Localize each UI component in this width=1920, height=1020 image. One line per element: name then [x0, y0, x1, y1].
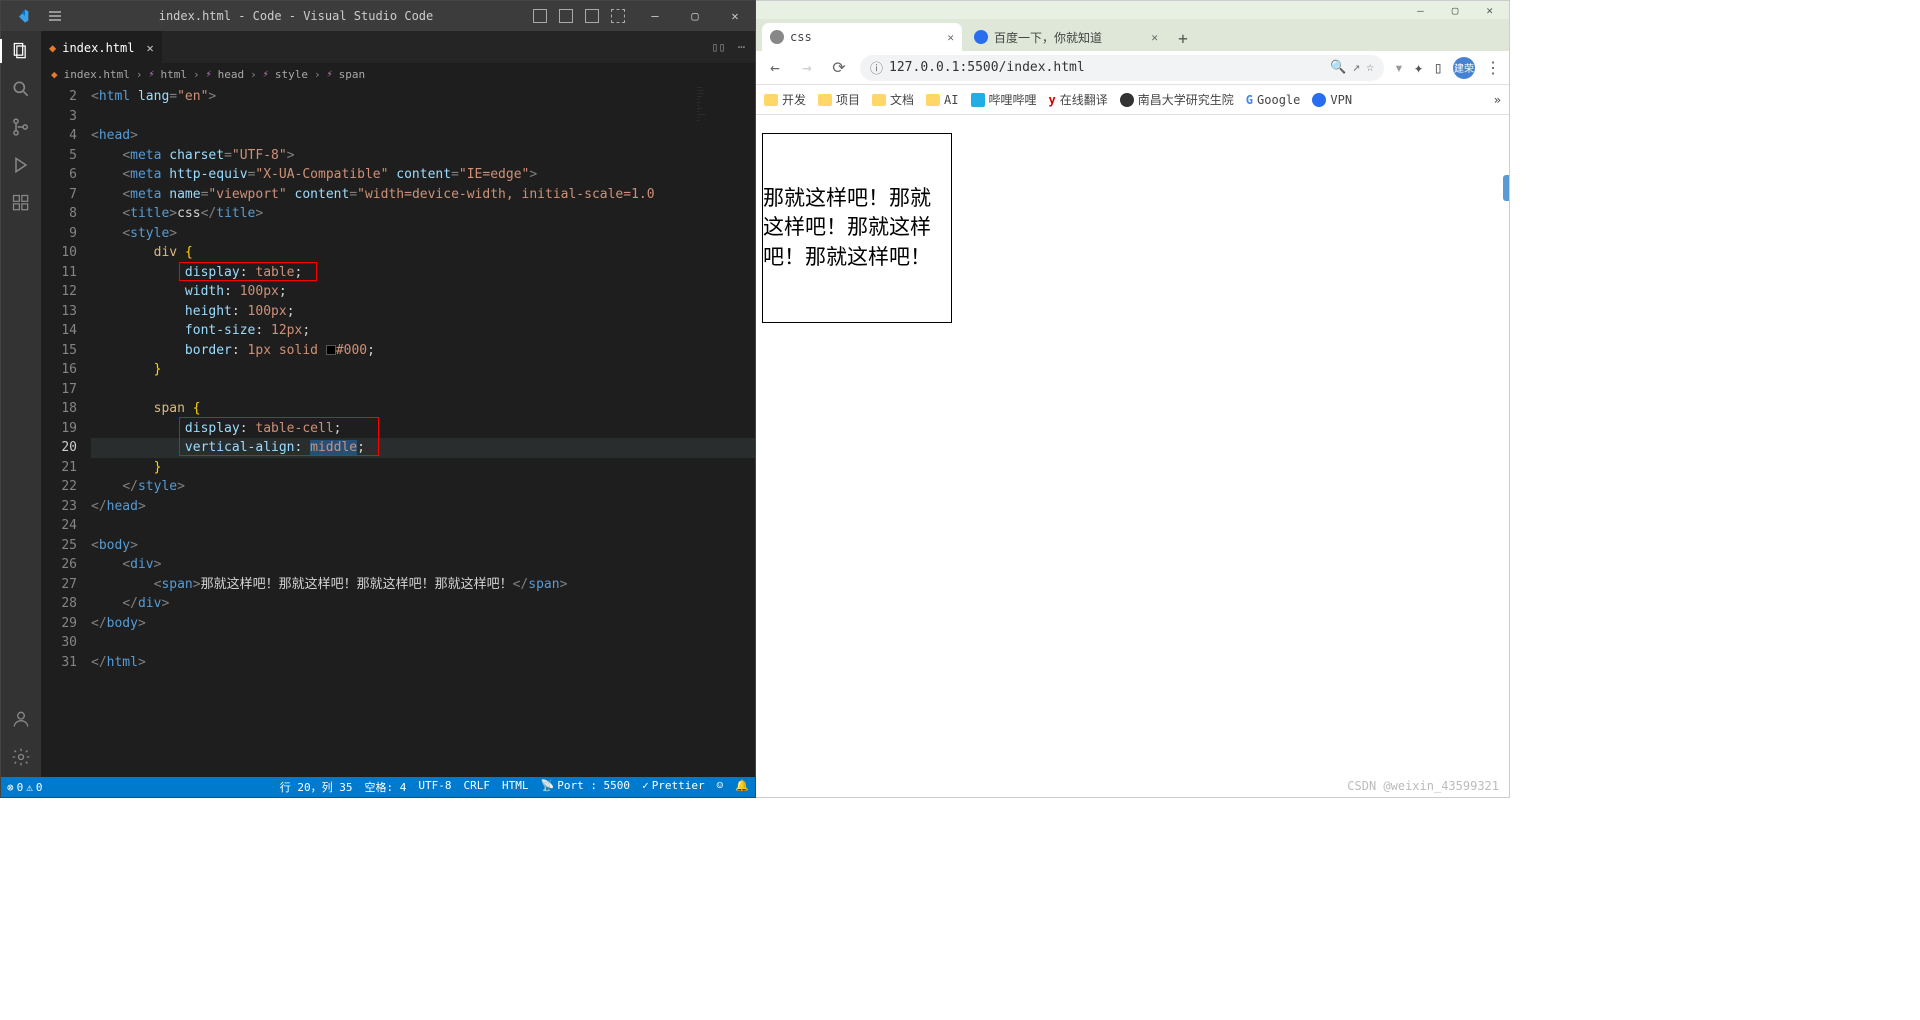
status-bar: ⊗ 0 ⚠ 0 行 20，列 35 空格: 4 UTF-8 CRLF HTML …: [1, 777, 755, 797]
tab-css[interactable]: css ✕: [762, 23, 962, 51]
forward-icon[interactable]: →: [796, 57, 818, 79]
window-title: index.html - Code - Visual Studio Code: [69, 9, 523, 23]
maximize-icon[interactable]: ▢: [1452, 4, 1459, 17]
settings-gear-icon[interactable]: [9, 745, 33, 769]
demo-div: 那就这样吧！那就这样吧！那就这样吧！那就这样吧！: [762, 133, 952, 323]
page-content: 那就这样吧！那就这样吧！那就这样吧！那就这样吧！ CSDN @weixin_43…: [756, 115, 1509, 797]
minimize-icon[interactable]: —: [1417, 4, 1424, 17]
search-icon[interactable]: [9, 77, 33, 101]
star-icon[interactable]: ☆: [1366, 60, 1374, 75]
extension-icon[interactable]: ▾: [1394, 58, 1404, 77]
vscode-window: index.html - Code - Visual Studio Code —…: [0, 0, 756, 798]
status-eol[interactable]: CRLF: [458, 779, 497, 792]
highlight-box-1: [179, 262, 317, 281]
editor-tabs: ◆ index.html ✕ ▯▯ ⋯: [41, 31, 755, 63]
status-spaces[interactable]: 空格: 4: [359, 779, 413, 795]
chrome-window-controls: — ▢ ✕: [756, 1, 1509, 19]
bookmark-item[interactable]: 南昌大学研究生院: [1120, 91, 1234, 108]
tab-label: index.html: [62, 41, 134, 55]
profile-avatar[interactable]: 建荣: [1453, 57, 1475, 79]
run-debug-icon[interactable]: [9, 153, 33, 177]
activity-bar: [1, 31, 41, 777]
search-in-page-icon[interactable]: 🔍: [1330, 60, 1346, 75]
tab-label: 百度一下，你就知道: [994, 29, 1145, 46]
baidu-icon: [974, 30, 988, 44]
globe-icon: [770, 30, 784, 44]
html-file-icon: ◆: [49, 41, 56, 55]
editor-area: ◆ index.html ✕ ▯▯ ⋯ ◆ index.html ›⚡html …: [41, 31, 755, 777]
explorer-icon[interactable]: [0, 39, 40, 63]
extensions-icon[interactable]: [9, 191, 33, 215]
back-icon[interactable]: ←: [764, 57, 786, 79]
url-text: 127.0.0.1:5500/index.html: [889, 60, 1085, 75]
status-bell-icon[interactable]: 🔔: [729, 779, 755, 792]
address-bar[interactable]: ⓘ 127.0.0.1:5500/index.html 🔍 ↗ ☆: [860, 55, 1384, 81]
bookmark-item[interactable]: 哔哩哔哩: [971, 91, 1037, 108]
address-bar-row: ← → ⟳ ⓘ 127.0.0.1:5500/index.html 🔍 ↗ ☆ …: [756, 51, 1509, 85]
close-icon[interactable]: ✕: [1486, 4, 1493, 17]
account-icon[interactable]: [9, 707, 33, 731]
chrome-window: — ▢ ✕ css ✕ 百度一下，你就知道 ✕ + ← → ⟳ ⓘ 127.0.…: [756, 0, 1510, 798]
breadcrumb-item[interactable]: span: [339, 68, 366, 81]
code-editor[interactable]: 2345678910111213141516171819202122232425…: [41, 85, 755, 777]
bookmark-item[interactable]: 文档: [872, 91, 914, 108]
maximize-icon[interactable]: ▢: [675, 1, 715, 31]
status-cursor-pos[interactable]: 行 20，列 35: [274, 779, 359, 795]
tab-close-icon[interactable]: ✕: [146, 41, 153, 55]
site-info-icon[interactable]: ⓘ: [870, 58, 883, 77]
tab-index-html[interactable]: ◆ index.html ✕: [41, 31, 162, 63]
status-lang[interactable]: HTML: [496, 779, 535, 792]
bookmarks-bar: 开发 项目 文档 AI 哔哩哔哩 y在线翻译 南昌大学研究生院 GGoogle …: [756, 85, 1509, 115]
menu-dots-icon[interactable]: ⋮: [1485, 58, 1501, 77]
more-icon[interactable]: ⋯: [738, 40, 745, 54]
share-icon[interactable]: ↗: [1352, 60, 1360, 75]
status-feedback-icon[interactable]: ☺: [711, 779, 730, 792]
reload-icon[interactable]: ⟳: [828, 57, 850, 79]
tab-close-icon[interactable]: ✕: [947, 31, 954, 44]
bookmark-item[interactable]: GGoogle: [1246, 93, 1301, 107]
chrome-tabstrip: css ✕ 百度一下，你就知道 ✕ +: [756, 19, 1509, 51]
layout-controls[interactable]: [523, 9, 635, 23]
split-editor-icon[interactable]: ▯▯: [711, 40, 725, 54]
extensions-puzzle-icon[interactable]: ✦: [1414, 58, 1424, 77]
bookmark-item[interactable]: 项目: [818, 91, 860, 108]
breadcrumb-item[interactable]: style: [275, 68, 308, 81]
close-icon[interactable]: ✕: [715, 1, 755, 31]
highlight-box-2: [179, 417, 379, 456]
vscode-titlebar[interactable]: index.html - Code - Visual Studio Code —…: [1, 1, 755, 31]
vscode-logo-icon: [1, 8, 41, 24]
code-lines[interactable]: <html lang="en"> <head> <meta charset="U…: [91, 85, 755, 777]
status-prettier[interactable]: ✓ Prettier: [636, 779, 711, 792]
side-panel-icon[interactable]: ▯: [1433, 58, 1443, 77]
bookmark-item[interactable]: y在线翻译: [1049, 91, 1108, 108]
menu-icon[interactable]: [41, 9, 69, 23]
bookmark-item[interactable]: VPN: [1312, 93, 1352, 107]
status-liveserver[interactable]: 📡 Port : 5500: [535, 779, 637, 792]
bookmarks-overflow-icon[interactable]: »: [1494, 93, 1501, 107]
scroll-indicator[interactable]: [1503, 175, 1509, 201]
html-file-icon: ◆: [51, 68, 58, 81]
tab-baidu[interactable]: 百度一下，你就知道 ✕: [966, 23, 1166, 51]
minimap[interactable]: ━━━━━━━━━━━━━━━━━━━━━━━━━━━━━━━━━━━━━━━━…: [695, 85, 755, 777]
demo-span: 那就这样吧！那就这样吧！那就这样吧！那就这样吧！: [763, 134, 951, 322]
source-control-icon[interactable]: [9, 115, 33, 139]
breadcrumb[interactable]: ◆ index.html ›⚡html ›⚡head ›⚡style ›⚡spa…: [41, 63, 755, 85]
bookmark-item[interactable]: 开发: [764, 91, 806, 108]
new-tab-button[interactable]: +: [1170, 25, 1196, 51]
breadcrumb-item[interactable]: index.html: [64, 68, 130, 81]
breadcrumb-item[interactable]: html: [161, 68, 188, 81]
watermark-text: CSDN @weixin_43599321: [1347, 779, 1499, 793]
status-problems[interactable]: ⊗ 0 ⚠ 0: [1, 777, 49, 797]
tab-close-icon[interactable]: ✕: [1151, 31, 1158, 44]
breadcrumb-item[interactable]: head: [218, 68, 245, 81]
status-encoding[interactable]: UTF-8: [412, 779, 457, 792]
minimize-icon[interactable]: —: [635, 1, 675, 31]
line-numbers: 2345678910111213141516171819202122232425…: [41, 85, 91, 777]
bookmark-item[interactable]: AI: [926, 93, 958, 107]
tab-label: css: [790, 30, 941, 44]
